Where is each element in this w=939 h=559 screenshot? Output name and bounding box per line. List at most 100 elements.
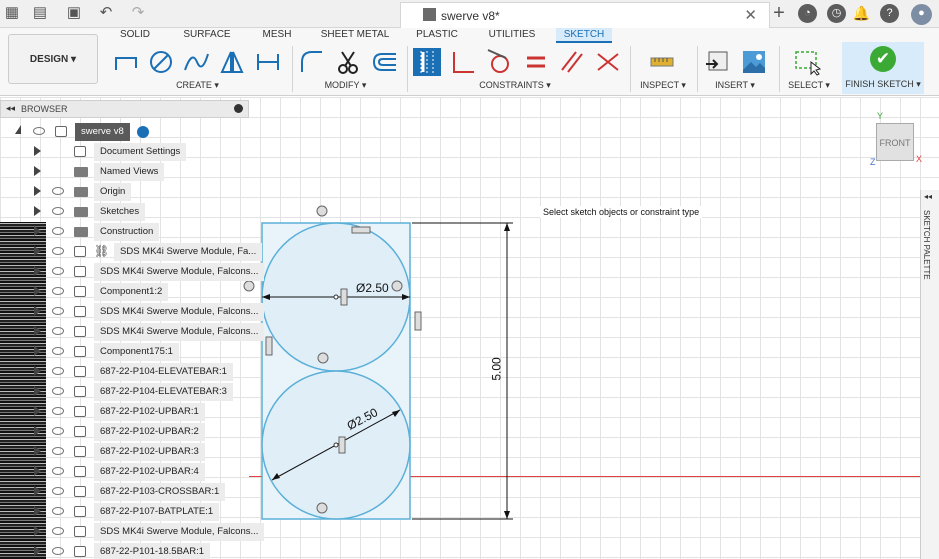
eye-icon[interactable] xyxy=(52,367,64,375)
browser-item[interactable]: 687-22-P101-18.5BAR:1 xyxy=(34,543,249,559)
browser-item[interactable]: 687-22-P107-BATPLATE:1 xyxy=(34,503,249,522)
expand-arrow-icon[interactable] xyxy=(34,466,41,476)
expand-arrow-icon[interactable] xyxy=(34,526,41,536)
tab-solid[interactable]: SOLID xyxy=(115,28,155,43)
eye-icon[interactable] xyxy=(52,527,64,535)
save-icon[interactable]: ▣ xyxy=(64,3,84,23)
eye-icon[interactable] xyxy=(52,427,64,435)
browser-options-icon[interactable] xyxy=(234,104,243,113)
offset-tool-icon[interactable] xyxy=(370,48,398,76)
file-icon[interactable]: ▤ xyxy=(30,3,50,23)
expand-arrow-icon[interactable] xyxy=(34,306,41,316)
palette-collapse-icon[interactable]: ◂◂ xyxy=(924,192,932,201)
browser-item[interactable]: Document Settings xyxy=(34,143,249,162)
browser-item[interactable]: Component175:1 xyxy=(34,343,249,362)
job-status-icon[interactable]: ◔ xyxy=(798,4,817,23)
browser-item[interactable]: 687-22-P102-UPBAR:4 xyxy=(34,463,249,482)
tab-sketch[interactable]: SKETCH xyxy=(556,28,612,43)
browser-item[interactable]: Construction xyxy=(34,223,249,242)
insert-group-label[interactable]: INSERT ▾ xyxy=(710,80,760,91)
select-tool-icon[interactable] xyxy=(793,48,821,76)
expand-arrow-icon[interactable] xyxy=(34,146,41,156)
tab-mesh[interactable]: MESH xyxy=(260,28,294,43)
expand-arrow-icon[interactable] xyxy=(34,506,41,516)
equal-constraint-icon[interactable] xyxy=(522,48,550,76)
avatar[interactable]: ● xyxy=(911,4,932,25)
expand-arrow-icon[interactable] xyxy=(34,226,41,236)
close-icon[interactable]: ✕ xyxy=(744,6,757,24)
constraints-group-label[interactable]: CONSTRAINTS ▾ xyxy=(470,80,560,91)
browser-item[interactable]: 687-22-P102-UPBAR:1 xyxy=(34,403,249,422)
browser-item[interactable]: 687-22-P103-CROSSBAR:1 xyxy=(34,483,249,502)
dimension-height[interactable]: 5.00 xyxy=(490,357,504,380)
browser-item[interactable]: SDS MK4i Swerve Module, Falcons... xyxy=(34,263,265,282)
tab-sheet-metal[interactable]: SHEET METAL xyxy=(320,28,390,43)
notifications-icon[interactable]: 🔔 xyxy=(852,4,871,23)
horizontal-vertical-constraint-icon[interactable] xyxy=(413,48,441,76)
expand-arrow-icon[interactable] xyxy=(34,266,41,276)
expand-arrow-icon[interactable] xyxy=(34,426,41,436)
sketch-geometry[interactable] xyxy=(230,195,530,530)
measure-tool-icon[interactable] xyxy=(648,48,676,76)
eye-icon[interactable] xyxy=(52,267,64,275)
eye-icon[interactable] xyxy=(52,487,64,495)
create-group-label[interactable]: CREATE ▾ xyxy=(170,80,225,91)
help-icon[interactable]: ? xyxy=(880,4,899,23)
apps-grid-icon[interactable]: ▦ xyxy=(2,3,22,23)
eye-icon[interactable] xyxy=(52,347,64,355)
expand-arrow-icon[interactable] xyxy=(34,206,41,216)
inspect-group-label[interactable]: INSPECT ▾ xyxy=(638,80,688,91)
tab-utilities[interactable]: UTILITIES xyxy=(488,28,536,43)
dimension-tool-icon[interactable] xyxy=(254,48,282,76)
active-radio-icon[interactable] xyxy=(137,126,149,138)
select-group-label[interactable]: SELECT ▾ xyxy=(786,80,832,91)
browser-item[interactable]: 687-22-P104-ELEVATEBAR:1 xyxy=(34,363,249,382)
collapse-icon[interactable]: ◂◂ xyxy=(6,103,15,114)
eye-icon[interactable] xyxy=(52,247,64,255)
eye-icon[interactable] xyxy=(52,447,64,455)
expand-arrow-icon[interactable] xyxy=(34,186,41,196)
expand-arrow-icon[interactable] xyxy=(34,326,41,336)
circle-tool-icon[interactable] xyxy=(147,48,175,76)
browser-item[interactable]: 687-22-P102-UPBAR:2 xyxy=(34,423,249,442)
eye-icon[interactable] xyxy=(52,327,64,335)
undo-icon[interactable]: ↶ xyxy=(96,3,116,23)
finish-sketch-button[interactable]: ✔ FINISH SKETCH ▾ xyxy=(842,42,924,94)
design-workspace-button[interactable]: DESIGN ▾ xyxy=(8,34,98,84)
spline-tool-icon[interactable] xyxy=(182,48,210,76)
browser-item[interactable]: 687-22-P102-UPBAR:3 xyxy=(34,443,249,462)
fillet-tool-icon[interactable] xyxy=(298,48,326,76)
browser-item[interactable]: SDS MK4i Swerve Module, Falcons... xyxy=(34,523,265,542)
eye-icon[interactable] xyxy=(52,287,64,295)
parallel-constraint-icon[interactable] xyxy=(558,48,586,76)
browser-item[interactable]: SDS MK4i Swerve Module, Falcons... xyxy=(34,323,265,342)
insert-image-icon[interactable] xyxy=(740,48,768,76)
browser-item[interactable]: 687-22-P104-ELEVATEBAR:3 xyxy=(34,383,249,402)
eye-icon[interactable] xyxy=(52,547,64,555)
browser-item[interactable]: Sketches xyxy=(34,203,249,222)
expand-arrow-icon[interactable] xyxy=(34,486,41,496)
expand-arrow-icon[interactable] xyxy=(34,546,41,556)
new-tab-icon[interactable]: + xyxy=(768,3,790,23)
tab-surface[interactable]: SURFACE xyxy=(182,28,232,43)
eye-icon[interactable] xyxy=(33,127,45,135)
expand-icon[interactable] xyxy=(15,125,21,134)
eye-icon[interactable] xyxy=(52,507,64,515)
browser-item[interactable]: Origin xyxy=(34,183,249,202)
expand-arrow-icon[interactable] xyxy=(34,406,41,416)
browser-header[interactable]: ◂◂ BROWSER xyxy=(0,100,249,118)
browser-root[interactable]: swerve v8 xyxy=(15,123,155,142)
document-tab[interactable]: swerve v8* ✕ xyxy=(400,2,770,28)
tab-plastic[interactable]: PLASTIC xyxy=(415,28,459,43)
eye-icon[interactable] xyxy=(52,307,64,315)
expand-arrow-icon[interactable] xyxy=(34,246,41,256)
expand-arrow-icon[interactable] xyxy=(34,166,41,176)
expand-arrow-icon[interactable] xyxy=(34,446,41,456)
modify-group-label[interactable]: MODIFY ▾ xyxy=(318,80,373,91)
browser-item[interactable]: Named Views xyxy=(34,163,249,182)
dimension-top-diameter[interactable]: Ø2.50 xyxy=(356,281,389,295)
perpendicular-lines-constraint-icon[interactable] xyxy=(594,48,622,76)
eye-icon[interactable] xyxy=(52,207,64,215)
expand-arrow-icon[interactable] xyxy=(34,366,41,376)
redo-icon[interactable]: ↷ xyxy=(128,3,148,23)
